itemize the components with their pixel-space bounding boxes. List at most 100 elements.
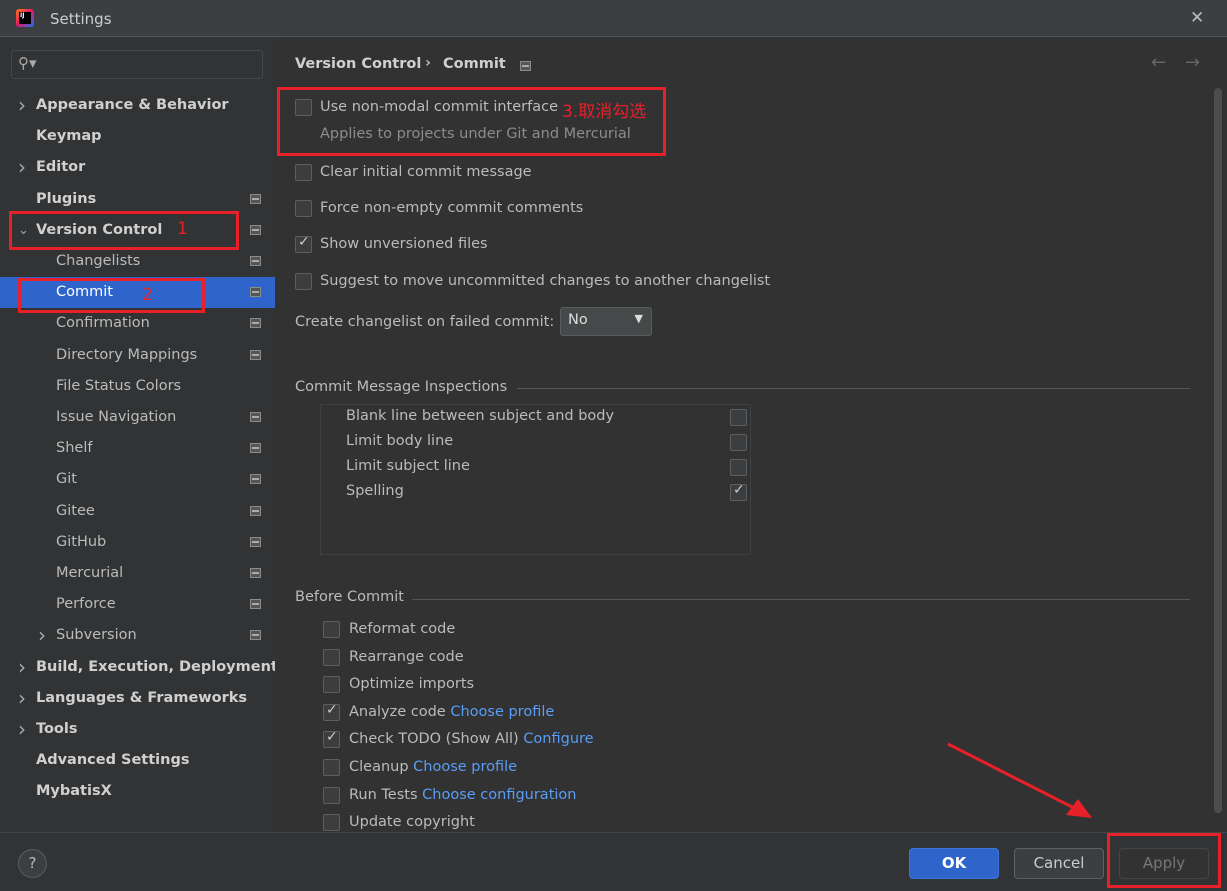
show-unversioned-checkbox[interactable]	[295, 234, 312, 253]
option-link[interactable]: Choose profile	[413, 759, 517, 775]
sidebar-item-mercurial[interactable]: Mercurial	[0, 558, 275, 589]
before-commit-label: Rearrange code	[349, 649, 464, 665]
option-link[interactable]: Choose configuration	[422, 787, 576, 803]
chevron-right-icon[interactable]: ›	[18, 152, 26, 183]
project-level-icon	[250, 630, 261, 641]
force-non-empty-label: Force non-empty commit comments	[320, 200, 584, 216]
annotation-label-1: 1	[177, 219, 188, 239]
before-commit-checkbox[interactable]	[323, 786, 340, 804]
sidebar-item-mybatisx[interactable]: MybatisX	[0, 776, 275, 807]
sidebar-item-label: Languages & Frameworks	[36, 689, 248, 706]
sidebar-item-advanced-settings[interactable]: Advanced Settings	[0, 745, 275, 776]
sidebar-item-github[interactable]: GitHub	[0, 527, 275, 558]
breadcrumb-parent[interactable]: Version Control	[295, 56, 421, 72]
sidebar-item-git[interactable]: Git	[0, 464, 275, 495]
before-commit-label: Update copyright	[349, 814, 475, 830]
sidebar-item-changelists[interactable]: Changelists	[0, 246, 275, 277]
sidebar-item-plugins[interactable]: Plugins	[0, 184, 275, 215]
sidebar-item-label: Directory Mappings	[56, 346, 198, 363]
sidebar-item-languages-frameworks[interactable]: › Languages & Frameworks	[0, 683, 275, 714]
forward-arrow-icon[interactable]: →	[1185, 52, 1200, 73]
project-level-icon	[250, 599, 261, 610]
project-level-icon	[250, 256, 261, 266]
dropdown-value: No	[568, 312, 588, 328]
clear-initial-label: Clear initial commit message	[320, 164, 532, 180]
before-commit-checkbox[interactable]	[323, 648, 340, 666]
chevron-right-icon[interactable]: ›	[18, 90, 26, 121]
inspection-label: Spelling	[346, 483, 404, 499]
suggest-move-checkbox[interactable]	[295, 273, 312, 290]
scrollbar[interactable]	[1214, 88, 1222, 813]
sidebar-item-label: Tools	[36, 721, 78, 737]
project-level-icon	[250, 474, 261, 485]
chevron-down-icon: ▼	[634, 312, 643, 325]
chevron-right-icon[interactable]: ›	[18, 683, 26, 714]
sidebar-item-label: Confirmation	[56, 315, 150, 332]
divider	[412, 599, 1190, 600]
inspection-checkbox[interactable]	[730, 409, 747, 426]
force-non-empty-checkbox[interactable]	[295, 200, 312, 217]
option-label: Run Tests	[349, 786, 418, 803]
option-link[interactable]: Choose profile	[450, 704, 554, 720]
clear-initial-checkbox[interactable]	[295, 164, 312, 181]
annotation-label-2: 2	[142, 285, 153, 305]
before-commit-checkbox[interactable]	[323, 814, 340, 832]
search-input[interactable]: ⚲▾	[11, 50, 263, 79]
sidebar-item-perforce[interactable]: Perforce	[0, 589, 275, 620]
option-label: Reformat code	[349, 621, 456, 637]
sidebar-item-label: Git	[56, 471, 77, 488]
divider	[517, 388, 1190, 389]
inspection-checkbox[interactable]	[730, 482, 747, 501]
sidebar-item-keymap[interactable]: Keymap	[0, 121, 275, 152]
create-changelist-dropdown[interactable]: No ▼	[560, 307, 652, 336]
suggest-move-label: Suggest to move uncommitted changes to a…	[320, 273, 771, 289]
sidebar-item-appearance-behavior[interactable]: › Appearance & Behavior	[0, 90, 275, 121]
annotation-label-3: 3.取消勾选	[562, 102, 647, 122]
sidebar-item-gitee[interactable]: Gitee	[0, 496, 275, 527]
sidebar-item-subversion[interactable]: › Subversion	[0, 620, 275, 651]
annotation-box-apply	[1107, 833, 1221, 888]
chevron-right-icon[interactable]: ›	[18, 714, 26, 745]
chevron-right-icon[interactable]: ›	[38, 620, 46, 651]
option-label: Cleanup	[349, 759, 409, 775]
sidebar-item-build-execution-deployment[interactable]: › Build, Execution, Deployment	[0, 652, 278, 683]
before-commit-checkbox[interactable]	[323, 676, 340, 694]
option-label: Check TODO (Show All)	[349, 731, 519, 748]
project-level-icon	[250, 568, 261, 578]
cancel-button[interactable]: Cancel	[1014, 848, 1104, 879]
back-arrow-icon[interactable]: ←	[1151, 52, 1166, 73]
option-label: Analyze code	[349, 703, 446, 720]
sidebar-item-label: Advanced Settings	[36, 752, 190, 769]
sidebar-item-editor[interactable]: › Editor	[0, 152, 275, 183]
before-commit-checkbox[interactable]	[323, 729, 340, 749]
close-button[interactable]: ✕	[1190, 8, 1204, 28]
before-commit-label: Analyze code Choose profile	[349, 704, 554, 720]
search-icon: ⚲▾	[18, 54, 37, 72]
sidebar-item-label: MybatisX	[36, 783, 112, 800]
annotation-arrow	[947, 742, 1092, 818]
ok-button[interactable]: OK	[909, 848, 999, 879]
option-link[interactable]: Configure	[523, 731, 593, 747]
title-bar: IJ Settings ✕	[0, 0, 1227, 37]
sidebar-item-label: Subversion	[56, 627, 137, 644]
annotation-box-version-control	[9, 211, 239, 250]
sidebar-item-label: Plugins	[36, 190, 97, 207]
inspection-checkbox[interactable]	[730, 459, 747, 476]
sidebar-item-tools[interactable]: › Tools	[0, 714, 275, 745]
project-level-icon	[250, 318, 261, 329]
sidebar-item-shelf[interactable]: Shelf	[0, 433, 275, 464]
sidebar-item-label: Perforce	[56, 596, 116, 613]
sidebar-item-confirmation[interactable]: Confirmation	[0, 308, 275, 339]
sidebar-item-directory-mappings[interactable]: Directory Mappings	[0, 340, 275, 371]
help-button[interactable]: ?	[18, 849, 47, 878]
sidebar-item-issue-navigation[interactable]: Issue Navigation	[0, 402, 275, 433]
inspection-checkbox[interactable]	[730, 434, 747, 451]
sidebar-item-label: Shelf	[56, 440, 93, 457]
before-commit-checkbox[interactable]	[323, 621, 340, 638]
before-commit-checkbox[interactable]	[323, 702, 340, 721]
sidebar-item-file-status-colors[interactable]: File Status Colors	[0, 371, 275, 402]
before-commit-checkbox[interactable]	[323, 759, 340, 776]
chevron-right-icon[interactable]: ›	[18, 652, 26, 683]
before-commit-label: Run Tests Choose configuration	[349, 787, 576, 803]
before-commit-title: Before Commit	[295, 589, 404, 605]
